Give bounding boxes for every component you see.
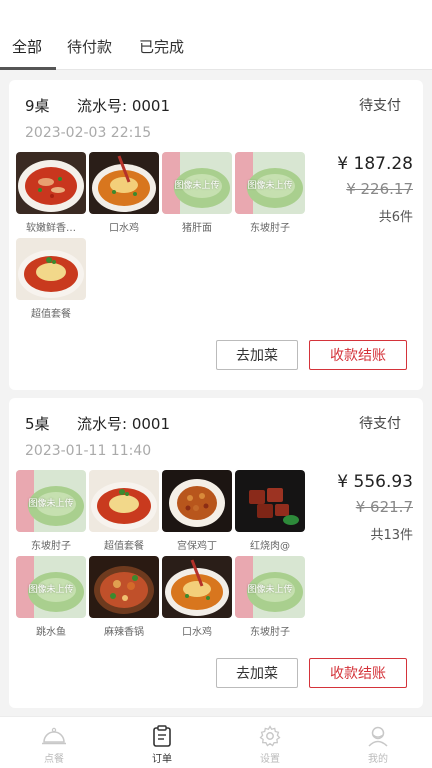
- dish-name: 东坡肘子: [250, 223, 290, 234]
- table-number: 9桌: [25, 97, 50, 115]
- dish-image-placeholder: 图像未上传: [16, 470, 86, 532]
- dish-image-placeholder: 图像未上传: [235, 556, 305, 618]
- dish-name: 口水鸡: [182, 627, 212, 638]
- dish-image-kungpao: [162, 470, 232, 532]
- active-tab-indicator: [0, 67, 56, 70]
- bottom-nav: 点餐 订单 设置 我的: [0, 716, 432, 768]
- dish-name: 跳水鱼: [36, 627, 66, 638]
- dish-item[interactable]: 红烧肉@: [235, 470, 305, 552]
- tab-pending-payment[interactable]: 待付款: [67, 36, 112, 57]
- tab-completed[interactable]: 已完成: [139, 36, 184, 57]
- dish-name: 红烧肉@: [250, 541, 290, 552]
- checkout-button[interactable]: 收款结账: [309, 658, 407, 688]
- dish-image-placeholder: 图像未上传: [162, 152, 232, 214]
- dish-name: 麻辣香锅: [104, 627, 144, 638]
- placeholder-text: 图像未上传: [174, 181, 220, 191]
- dish-name: 东坡肘子: [31, 541, 71, 552]
- dish-item[interactable]: 图像未上传 跳水鱼: [16, 556, 86, 638]
- dish-name: 口水鸡: [109, 223, 139, 234]
- order-tabs: 全部 待付款 已完成: [0, 0, 432, 70]
- placeholder-text: 图像未上传: [247, 181, 293, 191]
- placeholder-text: 图像未上传: [28, 585, 74, 595]
- dish-item[interactable]: 图像未上传 猪肝面: [162, 152, 232, 234]
- placeholder-text: 图像未上传: [247, 585, 293, 595]
- item-count: 共13件: [370, 528, 413, 543]
- add-dishes-button[interactable]: 去加菜: [216, 658, 298, 688]
- order-card[interactable]: 5桌 流水号: 0001 待支付 2023-01-11 11:40 图像未上传 …: [9, 398, 423, 708]
- add-dishes-button[interactable]: 去加菜: [216, 340, 298, 370]
- order-status: 待支付: [359, 98, 401, 114]
- nav-label: 我的: [368, 754, 388, 765]
- dish-name: 超值套餐: [31, 309, 71, 320]
- dish-name: 软嫩鲜香…: [26, 223, 76, 234]
- item-count: 共6件: [378, 210, 413, 225]
- dish-image-set-meal: [89, 470, 159, 532]
- order-card[interactable]: 9桌 流水号: 0001 待支付 2023-02-03 22:15 软嫩鲜香… …: [9, 80, 423, 390]
- dish-image-braised-pork: [235, 470, 305, 532]
- dish-name: 东坡肘子: [250, 627, 290, 638]
- dish-image-placeholder: 图像未上传: [16, 556, 86, 618]
- checkout-button[interactable]: 收款结账: [309, 340, 407, 370]
- nav-item-order-food[interactable]: 点餐: [24, 725, 84, 765]
- order-total-price: ¥ 556.93: [337, 472, 413, 492]
- dish-item[interactable]: 超值套餐: [16, 238, 86, 320]
- placeholder-text: 图像未上传: [28, 499, 74, 509]
- dish-image-spicy-pot: [89, 556, 159, 618]
- dish-name: 超值套餐: [104, 541, 144, 552]
- table-number: 5桌: [25, 415, 50, 433]
- order-total-price: ¥ 187.28: [337, 154, 413, 174]
- cloche-icon: [42, 727, 66, 745]
- clipboard-icon: [153, 725, 171, 747]
- dish-name: 猪肝面: [182, 223, 212, 234]
- serial-number: 流水号: 0001: [77, 97, 170, 115]
- original-price: ¥ 621.7: [355, 498, 413, 516]
- serial-number: 流水号: 0001: [77, 415, 170, 433]
- user-icon: [368, 726, 388, 747]
- nav-item-settings[interactable]: 设置: [240, 725, 300, 765]
- dish-item[interactable]: 软嫩鲜香…: [16, 152, 86, 234]
- nav-item-orders[interactable]: 订单: [132, 725, 192, 765]
- dish-item[interactable]: 超值套餐: [89, 470, 159, 552]
- order-status: 待支付: [359, 416, 401, 432]
- dish-image-chili-chicken: [89, 152, 159, 214]
- tab-all[interactable]: 全部: [12, 36, 42, 57]
- nav-item-profile[interactable]: 我的: [348, 725, 408, 765]
- dish-item[interactable]: 图像未上传 东坡肘子: [16, 470, 86, 552]
- dish-item[interactable]: 口水鸡: [162, 556, 232, 638]
- order-time: 2023-01-11 11:40: [25, 443, 152, 459]
- nav-label: 点餐: [44, 754, 64, 765]
- dish-item[interactable]: 口水鸡: [89, 152, 159, 234]
- nav-label: 设置: [260, 754, 280, 765]
- gear-icon: [259, 725, 281, 747]
- dish-item[interactable]: 图像未上传 东坡肘子: [235, 556, 305, 638]
- dish-image-placeholder: 图像未上传: [235, 152, 305, 214]
- nav-label: 订单: [152, 754, 172, 765]
- dish-image-set-meal: [16, 238, 86, 300]
- dish-item[interactable]: 图像未上传 东坡肘子: [235, 152, 305, 234]
- order-time: 2023-02-03 22:15: [25, 125, 152, 141]
- original-price: ¥ 226.17: [346, 180, 413, 198]
- dish-image-chili-fish: [16, 152, 86, 214]
- dish-name: 宫保鸡丁: [177, 541, 217, 552]
- dish-item[interactable]: 麻辣香锅: [89, 556, 159, 638]
- dish-item[interactable]: 宫保鸡丁: [162, 470, 232, 552]
- dish-image-chili-chicken: [162, 556, 232, 618]
